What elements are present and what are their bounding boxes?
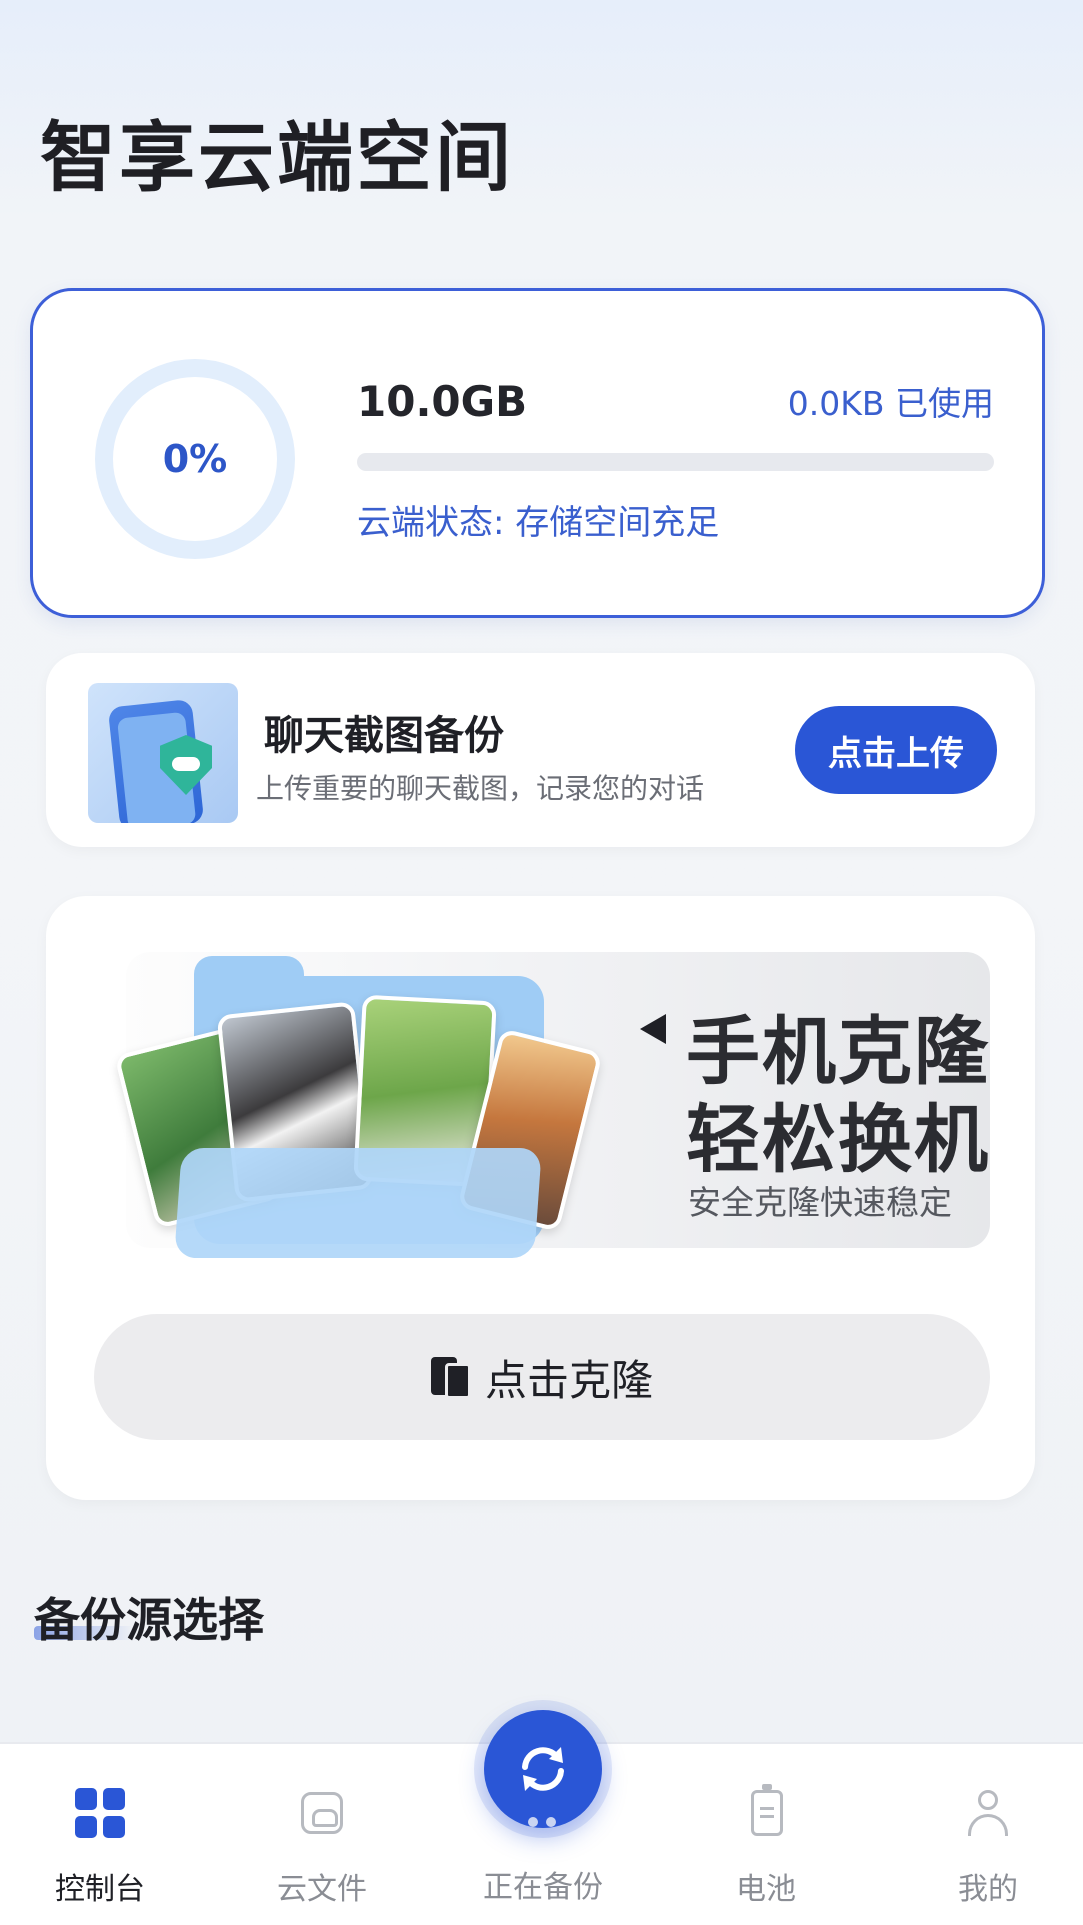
- clone-button[interactable]: 点击克隆: [94, 1314, 990, 1440]
- nav-label: 电池: [736, 1872, 796, 1907]
- sync-icon: [522, 1747, 564, 1791]
- user-icon: [963, 1788, 1013, 1838]
- nav-label: 我的: [958, 1872, 1018, 1907]
- storage-capacity: 10.0GB: [357, 377, 528, 426]
- chat-backup-card: 聊天截图备份 上传重要的聊天截图，记录您的对话 点击上传: [46, 653, 1035, 847]
- nav-label: 控制台: [55, 1872, 145, 1907]
- page-indicator: [528, 1812, 568, 1827]
- dashboard-grid-icon: [75, 1788, 125, 1838]
- nav-backing-up-label: 正在备份: [483, 1870, 603, 1905]
- storage-card[interactable]: 0% 10.0GB 0.0KB 已使用 云端状态: 存储空间充足: [30, 288, 1045, 618]
- clone-banner[interactable]: 手机克隆 轻松换机 安全克隆快速稳定: [114, 952, 990, 1258]
- nav-label: 云文件: [277, 1872, 367, 1907]
- section-title: 备份源选择: [34, 1593, 264, 1647]
- usage-ring: 0%: [95, 359, 295, 559]
- nav-profile[interactable]: 我的: [888, 1744, 1083, 1925]
- chat-backup-subtitle: 上传重要的聊天截图，记录您的对话: [256, 772, 705, 805]
- cloud-folder-icon: [297, 1788, 347, 1838]
- usage-percent: 0%: [162, 437, 228, 481]
- folder-front: [174, 1148, 542, 1258]
- battery-icon: [741, 1784, 791, 1838]
- sync-button[interactable]: [484, 1710, 602, 1828]
- clone-devices-icon: [430, 1355, 471, 1399]
- nav-cloud-files[interactable]: 云文件: [222, 1744, 422, 1925]
- phone-clone-card: 手机克隆 轻松换机 安全克隆快速稳定 点击克隆: [46, 896, 1035, 1500]
- page-title: 智享云端空间: [40, 113, 514, 202]
- clone-subtitle: 安全克隆快速稳定: [688, 1183, 952, 1222]
- nav-battery[interactable]: 电池: [666, 1744, 866, 1925]
- arrow-left-icon: [640, 1014, 666, 1044]
- chat-backup-title: 聊天截图备份: [264, 713, 504, 759]
- cloud-status: 云端状态: 存储空间充足: [357, 503, 720, 543]
- upload-button[interactable]: 点击上传: [795, 706, 997, 794]
- nav-dashboard[interactable]: 控制台: [0, 1744, 200, 1925]
- clone-button-label: 点击克隆: [484, 1355, 653, 1405]
- clone-headline-2: 轻松换机: [686, 1097, 990, 1183]
- storage-used: 0.0KB 已使用: [787, 384, 994, 423]
- phone-shield-icon: [88, 683, 238, 823]
- storage-progress-bar: [357, 453, 994, 471]
